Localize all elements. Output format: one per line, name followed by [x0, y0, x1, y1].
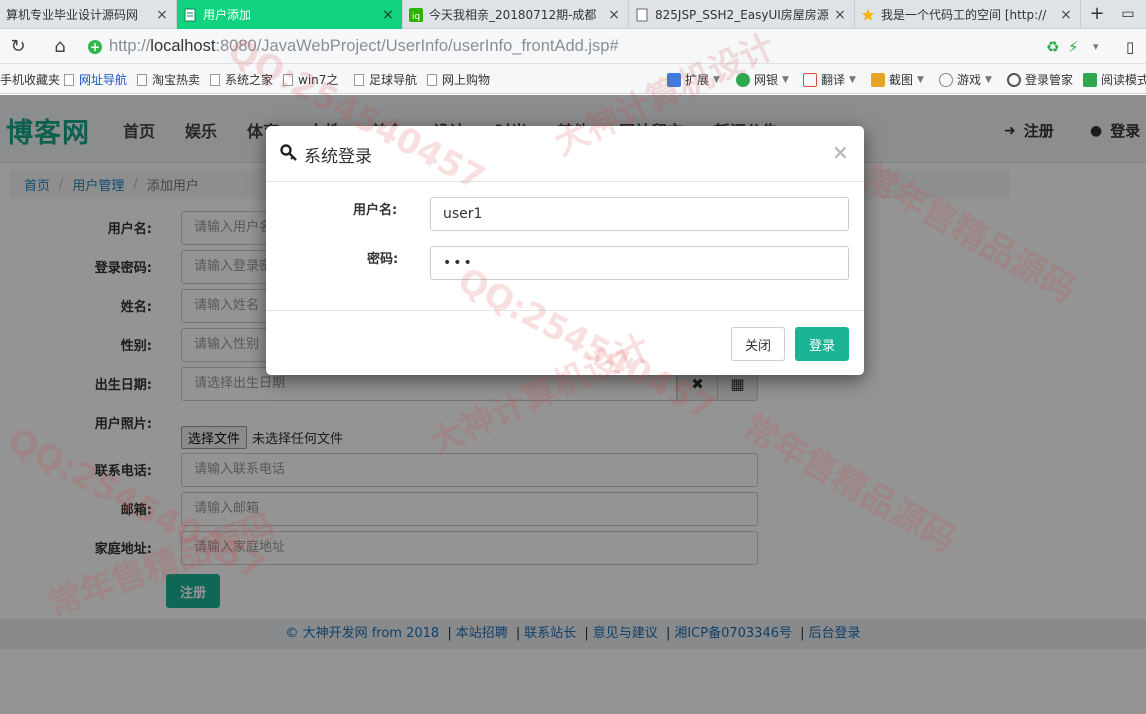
star-icon [862, 8, 874, 20]
browser-tab-4[interactable]: 825JSP_SSH2_EasyUI房屋房源 × [629, 0, 855, 29]
chevron-down-icon: ▼ [917, 74, 924, 85]
tab-menu-icon[interactable]: ▭ [1116, 3, 1140, 25]
key-icon [280, 144, 297, 161]
close-icon[interactable]: × [154, 7, 170, 23]
login-button[interactable]: 登录 [795, 327, 849, 361]
svg-text:iq: iq [412, 12, 420, 22]
username-label: 用户名: [353, 203, 398, 218]
magnifier-icon [1007, 72, 1021, 87]
username-field[interactable]: user1 [430, 197, 849, 231]
close-icon[interactable]: × [380, 7, 396, 23]
bookmark-item[interactable]: 网上购物 [427, 71, 490, 88]
browser-tab-2[interactable]: 用户添加 × [177, 0, 403, 29]
tab-title: 我是一个代码工的空间 [http:// [881, 8, 1047, 22]
home-icon[interactable]: ⌂ [48, 35, 72, 59]
login-modal: 系统登录 × 用户名: user1 密码: ••• 关闭 登录 [266, 126, 864, 375]
chevron-down-icon: ▼ [713, 74, 720, 85]
reload-icon[interactable]: ↻ [6, 35, 30, 59]
recycle-icon[interactable]: ♻ [1046, 37, 1059, 57]
shield-icon [736, 72, 750, 87]
browser-tab-1[interactable]: 算机专业毕业设计源码网 × [0, 0, 177, 29]
page-icon [184, 8, 196, 21]
modal-header: 系统登录 × [266, 126, 864, 182]
modal-title: 系统登录 [304, 147, 372, 167]
document-icon [636, 8, 648, 21]
extension-tool[interactable]: 扩展 ▼ [667, 71, 720, 88]
chevron-down-icon: ▼ [985, 74, 992, 85]
iqiyi-icon: iq [409, 7, 423, 22]
bookmark-item[interactable]: win7之 [283, 71, 338, 88]
scissors-icon [871, 72, 885, 87]
translate-icon [803, 72, 817, 87]
document-icon [210, 73, 220, 86]
grid-icon [667, 72, 681, 87]
bookmark-item[interactable]: 足球导航 [354, 71, 417, 88]
reader-mode-tool[interactable]: 阅读模式 [1083, 71, 1146, 88]
login-manager-tool[interactable]: 登录管家 [1007, 71, 1073, 88]
url-input[interactable]: + http://localhost:8080/JavaWebProject/U… [88, 33, 1088, 60]
chevron-down-icon: ▼ [849, 74, 856, 85]
modal-footer: 关闭 登录 [266, 310, 864, 375]
bookmark-item[interactable]: 手机收藏夹 [0, 71, 60, 88]
document-icon [64, 73, 74, 86]
password-field[interactable]: ••• [430, 246, 849, 280]
document-icon [427, 73, 437, 86]
close-icon[interactable]: × [832, 7, 848, 23]
bookmarks-bar: 手机收藏夹 网址导航 淘宝热卖 系统之家 win7之 足球导航 网上购物 扩展 ▼… [0, 64, 1146, 94]
tab-title: 今天我相亲_20180712期-成都 [429, 8, 597, 22]
translate-tool[interactable]: 翻译 ▼ [803, 71, 856, 88]
chevron-down-icon[interactable]: ▾ [1093, 37, 1099, 57]
game-tool[interactable]: 游戏 ▼ [939, 71, 992, 88]
url-text: http://localhost:8080/JavaWebProject/Use… [109, 37, 619, 55]
gamepad-icon [939, 72, 953, 87]
lightning-icon[interactable]: ⚡ [1068, 37, 1079, 57]
close-icon[interactable]: × [606, 7, 622, 23]
password-label: 密码: [367, 252, 399, 267]
tab-title: 算机专业毕业设计源码网 [6, 8, 139, 22]
close-icon[interactable]: × [1058, 7, 1074, 23]
browser-tab-bar: 算机专业毕业设计源码网 × 用户添加 × iq 今天我相亲_20180712期-… [0, 0, 1146, 29]
browser-tab-3[interactable]: iq 今天我相亲_20180712期-成都 × [403, 0, 629, 29]
bookmark-item[interactable]: 系统之家 [210, 71, 273, 88]
phone-icon[interactable]: ▯ [1126, 37, 1134, 57]
chevron-down-icon: ▼ [782, 74, 789, 85]
shield-icon: + [88, 39, 102, 54]
bookmark-item[interactable]: 网址导航 [64, 71, 127, 88]
bank-tool[interactable]: 网银 ▼ [736, 71, 789, 88]
close-icon[interactable]: × [832, 140, 849, 164]
tab-title: 825JSP_SSH2_EasyUI房屋房源 [655, 8, 829, 22]
bookmark-item[interactable]: 淘宝热卖 [137, 71, 200, 88]
address-bar-row: ↻ ⌂ + http://localhost:8080/JavaWebProje… [0, 29, 1146, 64]
new-tab-button[interactable]: + [1086, 3, 1108, 25]
browser-tab-5[interactable]: 我是一个代码工的空间 [http:// × [855, 0, 1081, 29]
close-button[interactable]: 关闭 [731, 327, 785, 361]
document-icon [283, 73, 293, 86]
document-icon [354, 73, 364, 86]
screenshot-tool[interactable]: 截图 ▼ [871, 71, 924, 88]
tab-title: 用户添加 [203, 8, 252, 22]
document-icon [137, 73, 147, 86]
book-icon [1083, 72, 1097, 87]
